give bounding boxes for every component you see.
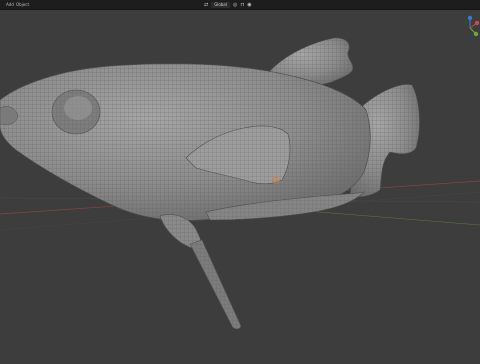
snap-icon[interactable]: ⊓	[240, 2, 244, 8]
orientation-dropdown[interactable]: Global	[211, 1, 230, 8]
3d-viewport[interactable]	[0, 10, 480, 360]
proportional-edit-icon[interactable]: ◉	[247, 2, 251, 8]
menu-add[interactable]: Add	[6, 2, 14, 7]
eye[interactable]	[51, 89, 101, 135]
gizmo-x-icon	[474, 20, 480, 26]
gizmo-z-icon	[467, 15, 473, 21]
transform-toolbar: ⇄ Global ◎ ⊓ ◉	[204, 1, 252, 8]
viewport-header: Add Object ⇄ Global ◎ ⊓ ◉	[0, 0, 480, 10]
menu-object[interactable]: Object	[16, 2, 29, 7]
fish-mesh[interactable]	[0, 37, 420, 330]
gizmo-y-icon	[473, 31, 479, 37]
navigation-gizmo[interactable]	[460, 14, 480, 42]
transform-orientation-icon[interactable]: ⇄	[204, 2, 208, 8]
pivot-icon[interactable]: ◎	[233, 2, 237, 8]
